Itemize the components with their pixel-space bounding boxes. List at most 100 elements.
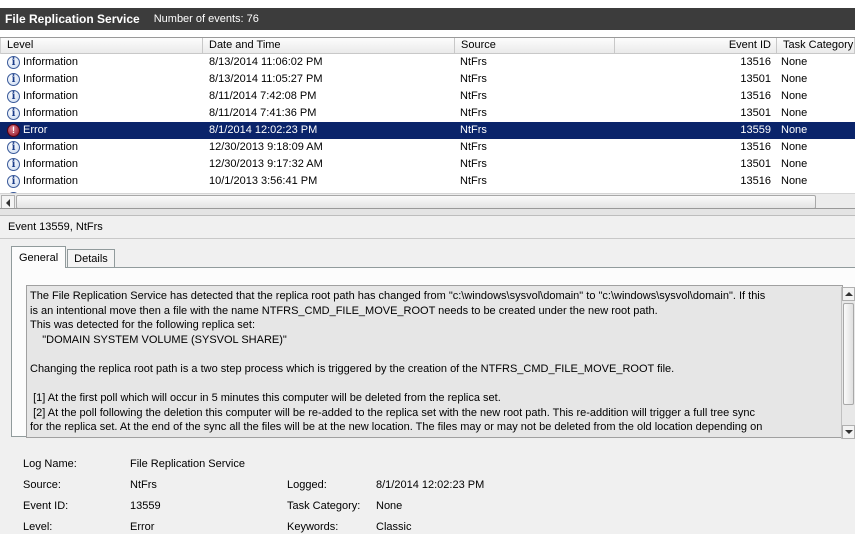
- table-row[interactable]: i Information 8/11/2014 7:41:36 PM NtFrs 135…: [0, 105, 855, 122]
- level-value: Error: [130, 521, 155, 533]
- event-count: Number of events: 76: [153, 13, 259, 25]
- event-id-label: Event ID:: [23, 500, 69, 512]
- cell-source: NtFrs: [460, 90, 487, 102]
- level-text: Information: [23, 56, 79, 68]
- description-line: This was detected for the following repl…: [30, 319, 256, 332]
- cell-source: NtFrs: [460, 107, 487, 119]
- cell-source: NtFrs: [460, 73, 487, 85]
- pane-splitter[interactable]: [0, 209, 855, 216]
- general-tab-panel: The File Replication Service has detecte…: [11, 267, 855, 438]
- description-line: Changing the replica root path is a two …: [30, 362, 675, 375]
- detail-title: Event 13559, NtFrs: [0, 216, 855, 239]
- horizontal-scroll-thumb[interactable]: [16, 195, 816, 208]
- scroll-left-button[interactable]: [1, 195, 15, 208]
- cell-task-category: None: [781, 73, 808, 85]
- column-header-date[interactable]: Date and Time: [203, 38, 455, 54]
- table-row[interactable]: i Information 8/13/2014 11:06:02 PM NtFrs 13…: [0, 54, 855, 71]
- cell-task-category: None: [781, 90, 808, 102]
- events-grid[interactable]: Level Date and Time Source Event ID Task…: [0, 37, 855, 209]
- task-category-label: Task Category:: [287, 500, 361, 512]
- task-category-value: None: [376, 500, 403, 512]
- cell-event-id: 13501: [740, 158, 771, 170]
- horizontal-scrollbar[interactable]: [0, 193, 855, 208]
- cell-level: iInformation: [0, 54, 203, 71]
- cell-level: iInformation: [0, 139, 203, 156]
- grid-rows: i Information 8/13/2014 11:06:02 PM NtFrs 13…: [0, 54, 855, 194]
- cell-level: iInformation: [0, 156, 203, 173]
- info-icon: i: [7, 107, 20, 120]
- event-detail-pane: Event 13559, NtFrs General Details The F…: [0, 216, 855, 534]
- source-value: NtFrs: [130, 479, 157, 491]
- description-vertical-scrollbar[interactable]: [841, 287, 855, 439]
- info-icon: i: [7, 141, 20, 154]
- column-header-source[interactable]: Source: [455, 38, 615, 54]
- event-id-value: 13559: [130, 500, 161, 512]
- cell-source: NtFrs: [460, 141, 487, 153]
- scroll-up-button[interactable]: [842, 287, 855, 301]
- keywords-value: Classic: [376, 521, 412, 533]
- level-text: Information: [23, 90, 79, 102]
- table-row[interactable]: i Information 8/13/2014 11:05:27 PM NtFrs 13…: [0, 71, 855, 88]
- level-text: Information: [23, 141, 79, 153]
- cell-date: 8/13/2014 11:06:02 PM: [209, 56, 323, 68]
- cell-event-id: 13516: [740, 175, 771, 187]
- column-header-task-category[interactable]: Task Category: [777, 38, 855, 54]
- scroll-down-button[interactable]: [842, 425, 855, 439]
- column-header-event-id[interactable]: Event ID: [615, 38, 777, 54]
- cell-source: NtFrs: [460, 175, 487, 187]
- cell-level: iInformation: [0, 71, 203, 88]
- logged-value: 8/1/2014 12:02:23 PM: [376, 479, 485, 491]
- cell-event-id: 13559: [740, 124, 771, 136]
- level-text: Information: [23, 107, 79, 119]
- tab-general[interactable]: General: [11, 246, 67, 268]
- description-line: is an intentional move then a file with …: [30, 304, 658, 317]
- title-bar: File Replication Service Number of event…: [0, 0, 855, 38]
- cell-source: NtFrs: [460, 158, 487, 170]
- event-description[interactable]: The File Replication Service has detecte…: [26, 285, 843, 438]
- description-line: [30, 347, 840, 362]
- title-bar-strip: File Replication Service Number of event…: [0, 8, 855, 30]
- table-row[interactable]: i Information 8/11/2014 7:42:08 PM NtFrs 135…: [0, 88, 855, 105]
- keywords-label: Keywords:: [287, 521, 339, 533]
- cell-date: 12/30/2013 9:17:32 AM: [209, 158, 323, 170]
- level-text: Error: [23, 124, 48, 136]
- cell-event-id: 13516: [740, 56, 771, 68]
- level-text: Information: [23, 73, 79, 85]
- cell-date: 8/11/2014 7:42:08 PM: [209, 90, 317, 102]
- cell-date: 8/11/2014 7:41:36 PM: [209, 107, 317, 119]
- description-line: for the replica set. At the end of the s…: [30, 421, 763, 434]
- cell-level: ! Error: [0, 122, 203, 139]
- cell-task-category: None: [781, 158, 808, 170]
- tab-details[interactable]: Details: [67, 249, 115, 268]
- cell-source: NtFrs: [460, 124, 487, 136]
- level-text: Information: [23, 158, 79, 170]
- cell-event-id: 13516: [740, 141, 771, 153]
- cell-level: iInformation: [0, 105, 203, 122]
- cell-task-category: None: [781, 141, 808, 153]
- column-header-level[interactable]: Level: [0, 38, 203, 54]
- vertical-scroll-thumb[interactable]: [843, 303, 854, 405]
- log-name-label: Log Name:: [23, 458, 77, 470]
- cell-date: 12/30/2013 9:18:09 AM: [209, 141, 323, 153]
- cell-source: NtFrs: [460, 56, 487, 68]
- cell-event-id: 13501: [740, 73, 771, 85]
- table-row[interactable]: ! Error 8/1/2014 12:02:23 PM NtFrs 13559 None: [0, 122, 855, 139]
- logged-label: Logged:: [287, 479, 327, 491]
- info-icon: i: [7, 73, 20, 86]
- table-row[interactable]: i Information 10/1/2013 3:56:41 PM NtFrs 135…: [0, 173, 855, 190]
- table-row[interactable]: i Information 12/30/2013 9:17:32 AM NtFrs 13…: [0, 156, 855, 173]
- description-line: "DOMAIN SYSTEM VOLUME (SYSVOL SHARE)": [30, 333, 287, 346]
- info-icon: i: [7, 158, 20, 171]
- table-row[interactable]: i Information 12/30/2013 9:18:09 AM NtFrs 13…: [0, 139, 855, 156]
- log-title: File Replication Service: [5, 12, 140, 26]
- description-line: The File Replication Service has detecte…: [30, 290, 766, 302]
- info-icon: i: [7, 175, 20, 188]
- level-label: Level:: [23, 521, 53, 533]
- cell-task-category: None: [781, 107, 808, 119]
- cell-level: iInformation: [0, 173, 203, 190]
- cell-date: 8/1/2014 12:02:23 PM: [209, 124, 318, 136]
- level-text: Information: [23, 175, 79, 187]
- cell-task-category: None: [781, 175, 808, 187]
- description-line: [30, 377, 840, 392]
- cell-event-id: 13516: [740, 90, 771, 102]
